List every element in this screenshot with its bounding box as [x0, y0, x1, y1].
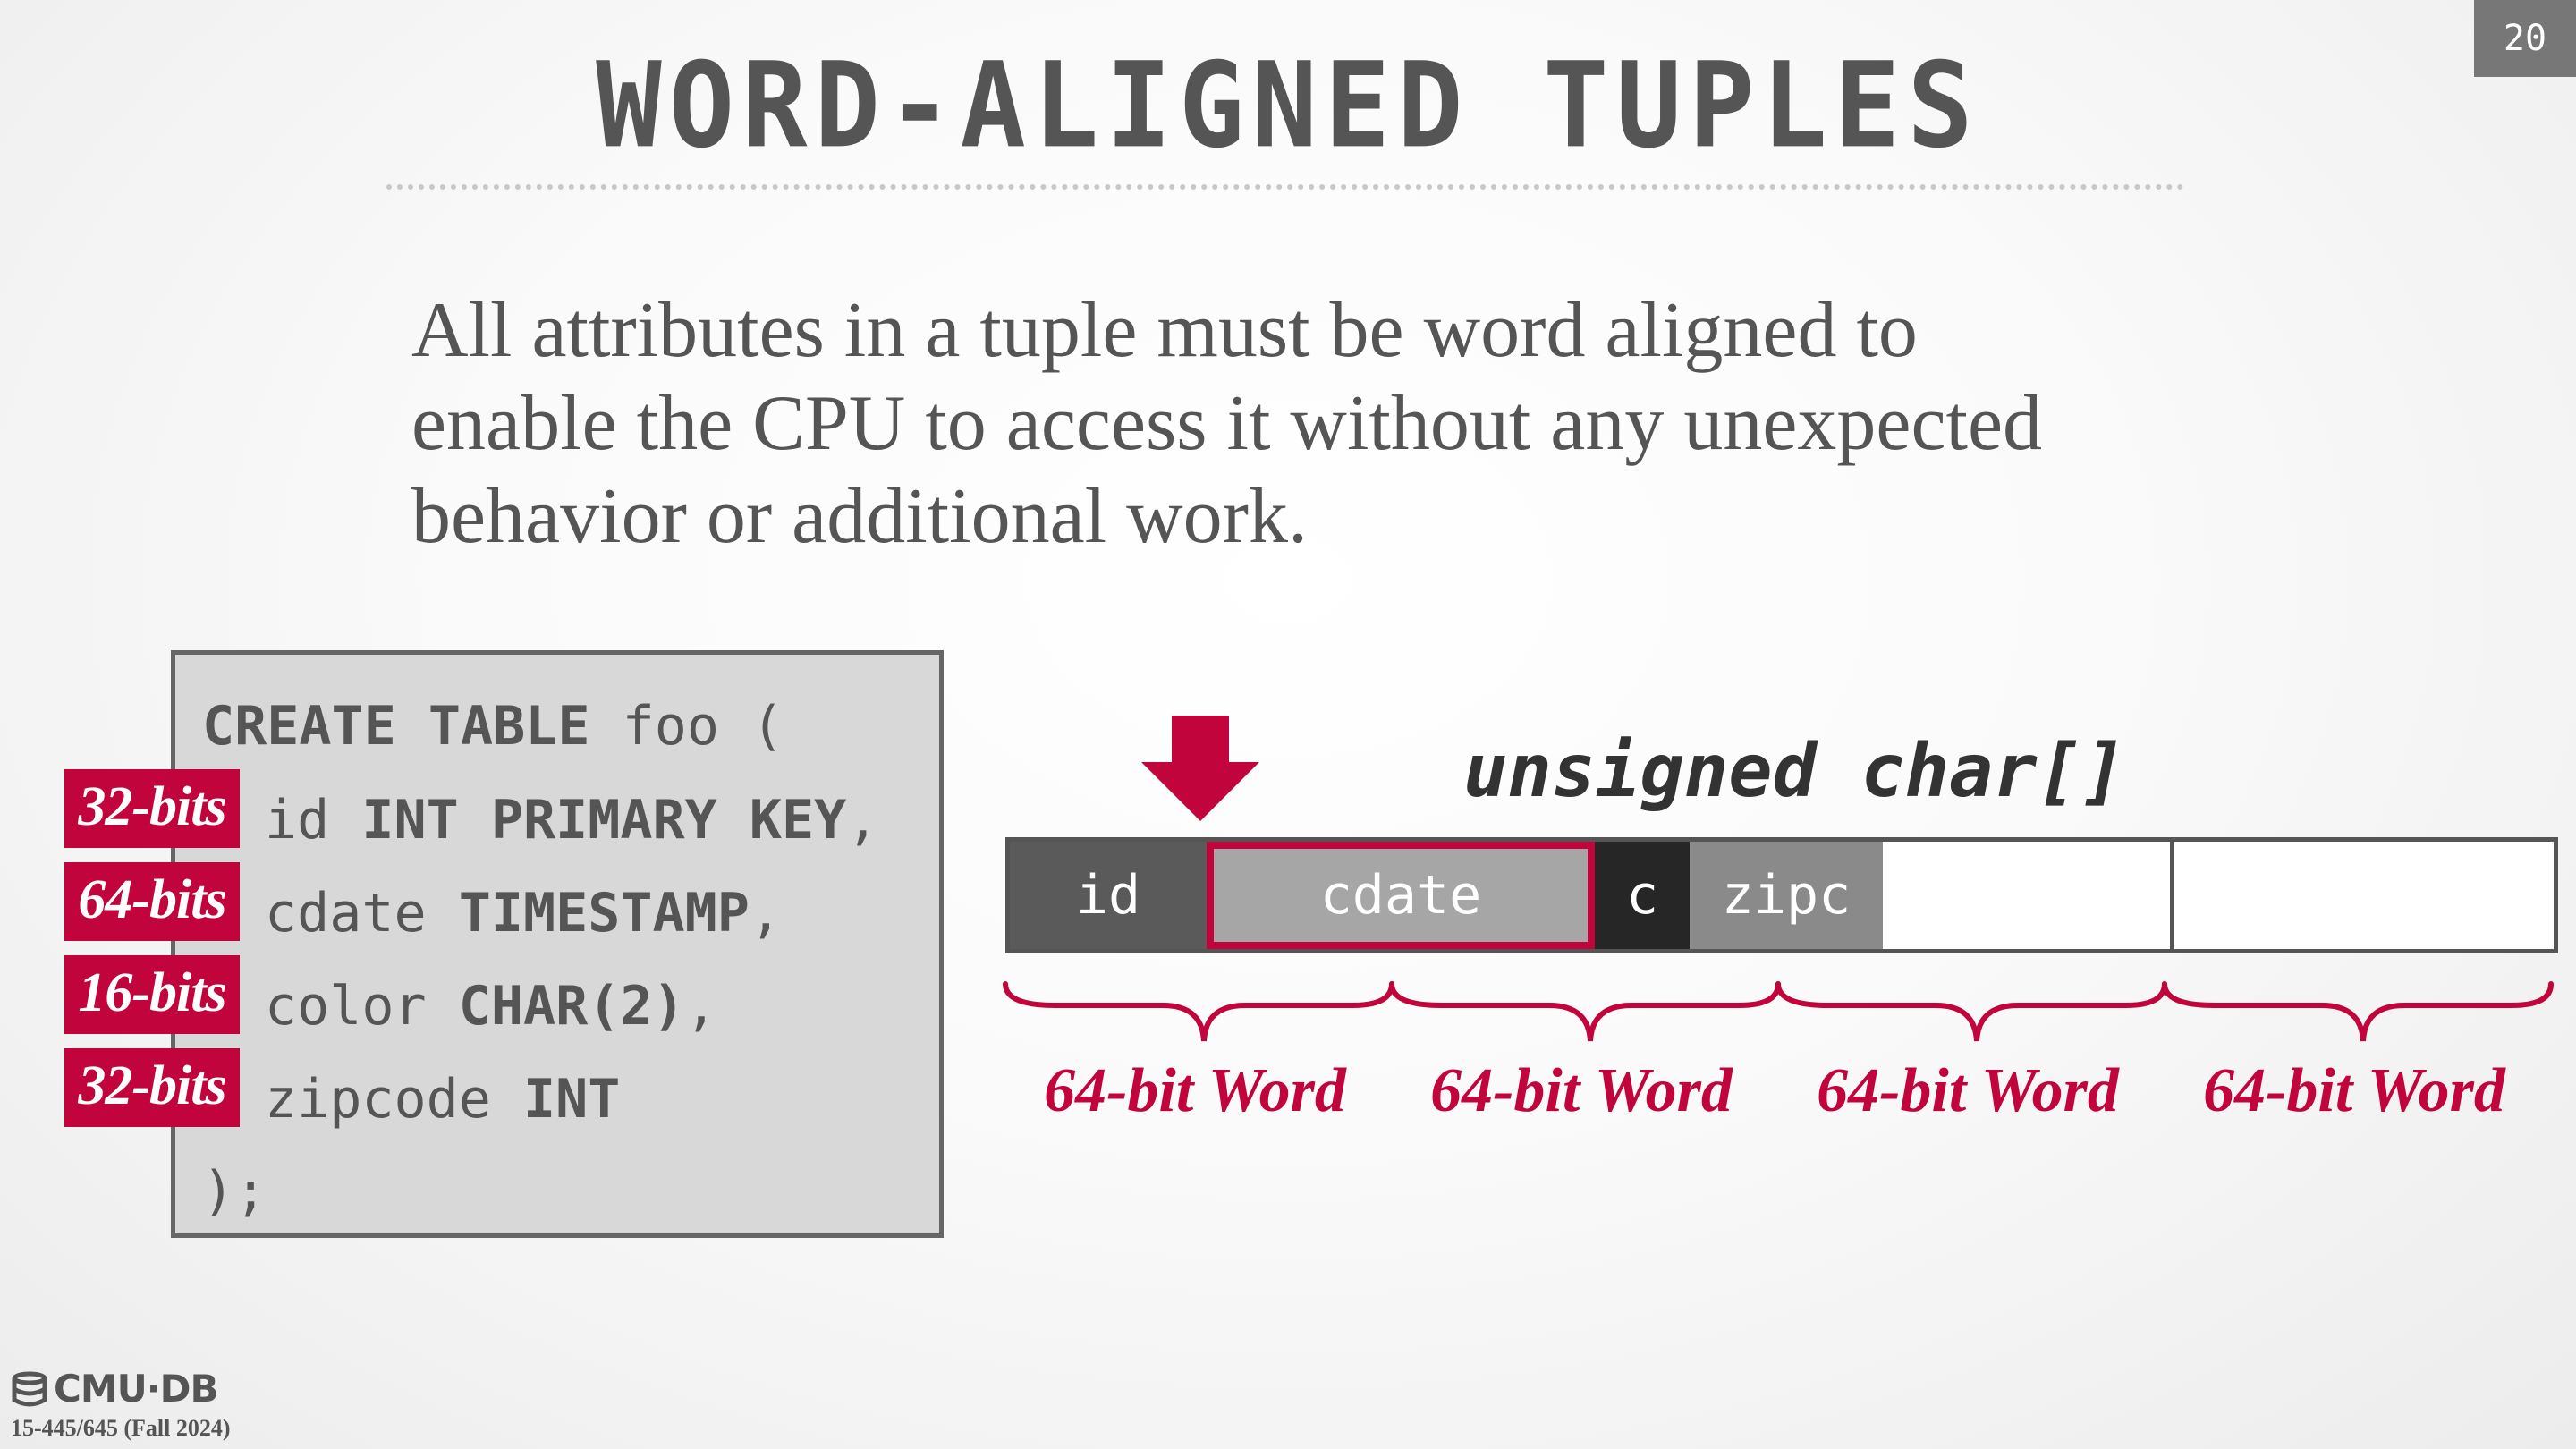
field-id: id — [1010, 842, 1207, 949]
word-brace-1 — [1003, 981, 1394, 1042]
sql-type: INT — [522, 1068, 621, 1131]
word-brace-2 — [1389, 981, 1781, 1042]
field-color: c — [1595, 842, 1690, 949]
down-arrow-icon — [1141, 716, 1259, 821]
word-brace-3 — [1775, 981, 2167, 1042]
bits-badge-zipcode: 32-bits — [64, 1048, 240, 1127]
sql-line-close: ); — [202, 1160, 267, 1223]
word-label-3: 64-bit Word — [1817, 1056, 2119, 1125]
body-text: All attributes in a tuple must be word a… — [411, 284, 2290, 564]
sql-column: cdate — [265, 882, 459, 945]
field-zipcode: zipc — [1690, 842, 1883, 949]
sql-keyword: CREATE TABLE — [202, 695, 590, 758]
body-line-2: enable the CPU to access it without any … — [411, 380, 2043, 467]
sql-column: color — [265, 975, 459, 1038]
logo-text: CMU·DB — [54, 1367, 219, 1411]
word-label-4: 64-bit Word — [2203, 1056, 2505, 1125]
sql-line-id: id INT PRIMARY KEY, — [265, 784, 878, 856]
course-label: 15-445/645 (Fall 2024) — [11, 1415, 231, 1441]
sql-line-cdate: cdate TIMESTAMP, — [265, 877, 782, 949]
title-divider — [386, 184, 2184, 190]
body-line-1: All attributes in a tuple must be word a… — [411, 287, 1918, 374]
sql-code-box: CREATE TABLE foo ( id INT PRIMARY KEY, c… — [171, 650, 944, 1238]
database-icon — [12, 1371, 47, 1406]
field-empty-1 — [1883, 842, 2174, 949]
bits-badge-id: 32-bits — [64, 769, 240, 848]
sql-line-color: color CHAR(2), — [265, 970, 717, 1042]
field-cdate: cdate — [1207, 842, 1595, 949]
body-line-3: behavior or additional work. — [411, 473, 1308, 560]
sql-type: CHAR(2) — [458, 975, 685, 1038]
sql-type: TIMESTAMP — [458, 882, 750, 945]
field-empty-2 — [2174, 842, 2554, 949]
slide-title: WORD-ALIGNED TUPLES — [596, 37, 1980, 174]
tuple-byte-array: id cdate c zipc — [1005, 837, 2558, 953]
sql-table-name: foo ( — [589, 695, 784, 758]
sql-column: id — [265, 789, 362, 852]
sql-punct: , — [684, 975, 717, 1038]
sql-punct: , — [846, 789, 879, 852]
sql-line-create: CREATE TABLE foo ( — [202, 691, 784, 762]
unsigned-char-label: unsigned char[] — [1463, 729, 2126, 814]
sql-type: INT PRIMARY KEY — [361, 789, 847, 852]
cmu-db-logo: CMU·DB — [11, 1367, 219, 1411]
sql-column: zipcode — [265, 1068, 523, 1131]
sql-punct: , — [749, 882, 782, 945]
bits-badge-cdate: 64-bits — [64, 862, 240, 941]
word-label-1: 64-bit Word — [1044, 1056, 1346, 1125]
bits-badge-color: 16-bits — [64, 955, 240, 1034]
word-brace-4 — [2162, 981, 2554, 1042]
word-label-2: 64-bit Word — [1430, 1056, 1733, 1125]
sql-line-zipcode: zipcode INT — [265, 1063, 620, 1135]
word-braces — [1003, 981, 2554, 1042]
